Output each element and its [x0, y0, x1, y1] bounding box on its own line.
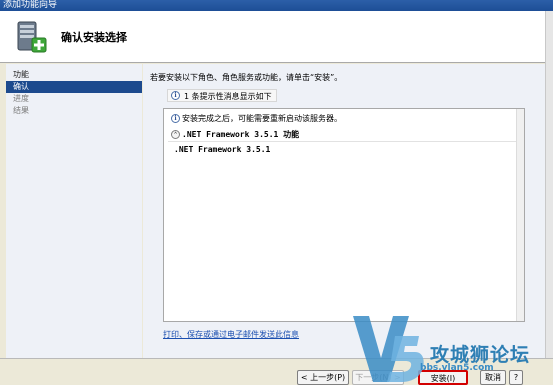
sidebar-item-progress: 进度 [13, 94, 29, 103]
wizard-header: 确认安装选择 [0, 11, 553, 63]
window-title: 添加功能向导 [0, 0, 553, 11]
restart-notice-text: 安装完成之后，可能需要重新启动该服务器。 [182, 114, 342, 123]
info-icon: i [171, 91, 180, 100]
sidebar-item-results: 结果 [13, 106, 29, 115]
print-save-email-link[interactable]: 打印、保存或通过电子邮件发送此信息 [163, 329, 299, 340]
window-right-edge [545, 11, 553, 358]
info-icon: i [171, 114, 180, 123]
sidebar-item-confirm[interactable]: 确认 [6, 81, 142, 93]
feature-section-header[interactable]: ⌃ .NET Framework 3.5.1 功能 [168, 128, 522, 142]
help-button[interactable]: ? [509, 370, 523, 385]
wizard-steps-sidebar: 功能 确认 进度 结果 [6, 64, 142, 358]
intro-text: 若要安装以下角色、角色服务或功能，请单击“安装”。 [150, 73, 343, 82]
server-add-icon [17, 21, 47, 53]
sidebar-item-features[interactable]: 功能 [6, 69, 142, 81]
info-count-text: 1 条提示性消息显示如下 [184, 92, 272, 101]
feature-item: .NET Framework 3.5.1 [174, 145, 271, 154]
selection-panel: i 安装完成之后，可能需要重新启动该服务器。 ⌃ .NET Framework … [163, 108, 525, 322]
main-content: 若要安装以下角色、角色服务或功能，请单击“安装”。 i 1 条提示性消息显示如下… [143, 64, 545, 358]
feature-section-title: .NET Framework 3.5.1 功能 [182, 130, 300, 139]
info-message-count: i 1 条提示性消息显示如下 [167, 89, 277, 102]
restart-notice: i 安装完成之后，可能需要重新启动该服务器。 [168, 112, 522, 126]
page-title: 确认安装选择 [61, 31, 127, 44]
watermark-url: bbs.vlan5.com [420, 363, 494, 373]
help-icon: ? [513, 373, 519, 382]
collapse-icon[interactable]: ⌃ [171, 130, 180, 139]
prev-button[interactable]: < 上一步(P) [297, 370, 349, 385]
next-button[interactable]: 下一步(N) > [352, 370, 404, 385]
panel-scrollbar[interactable] [516, 109, 524, 321]
